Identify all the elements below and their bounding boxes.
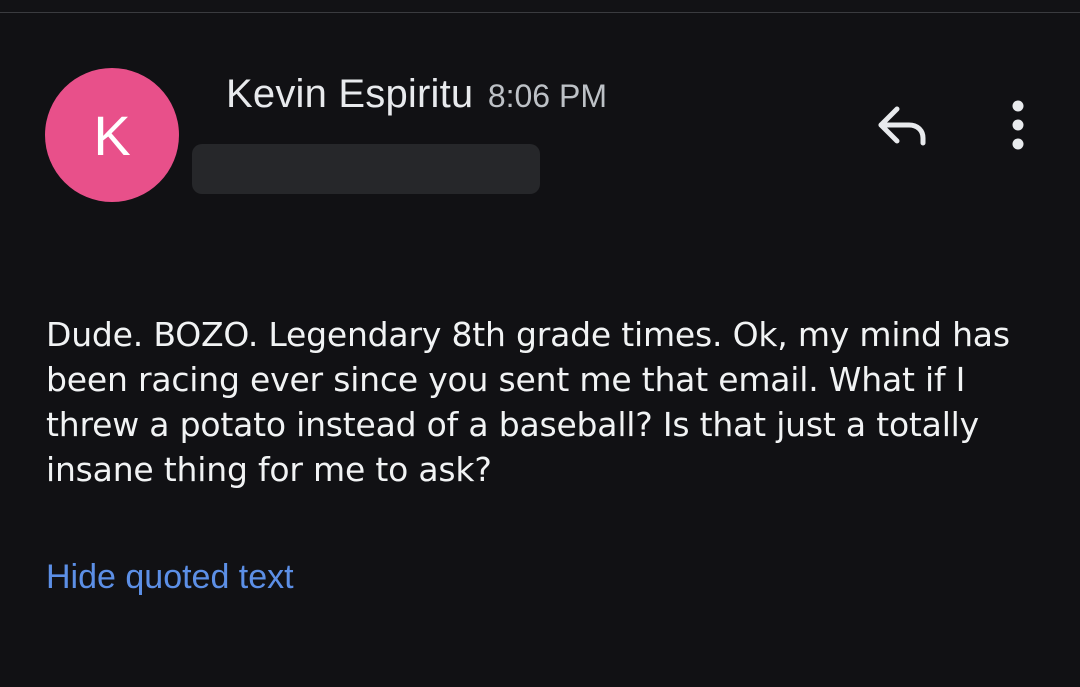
avatar-initial: K <box>93 103 131 167</box>
email-body: Dude. BOZO. Legendary 8th grade times. O… <box>46 315 1010 489</box>
top-divider <box>0 0 1080 13</box>
more-options-button[interactable] <box>992 98 1044 156</box>
send-time: 8:06 PM <box>487 78 607 114</box>
reply-button[interactable] <box>868 98 934 156</box>
avatar[interactable]: K <box>45 68 179 202</box>
hide-quoted-text-link[interactable]: Hide quoted text <box>46 558 294 597</box>
sender-header: Kevin Espiritu 8:06 PM <box>226 72 607 117</box>
sender-name[interactable]: Kevin Espiritu <box>226 72 473 116</box>
more-vert-icon <box>1008 99 1028 156</box>
reply-icon <box>873 103 929 152</box>
recipient-redacted[interactable] <box>192 144 540 194</box>
